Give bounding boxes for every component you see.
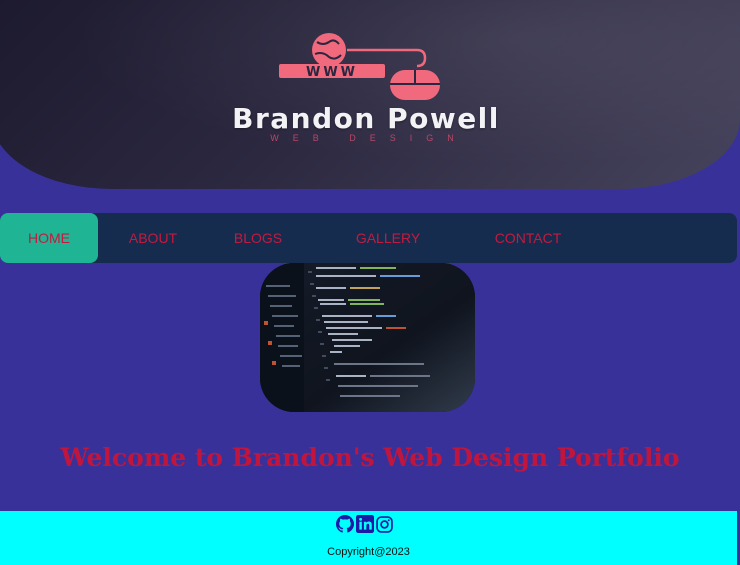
brand-name: Brandon Powell bbox=[232, 102, 500, 135]
hero-code-image bbox=[260, 263, 475, 412]
page: WWW Brandon Powell WEB DESIGN HOME ABOUT… bbox=[0, 0, 740, 565]
github-icon bbox=[336, 515, 354, 533]
logo-text: WWW bbox=[306, 65, 358, 80]
github-link[interactable] bbox=[336, 515, 354, 533]
copyright-text: Copyright@2023 bbox=[327, 546, 410, 558]
nav-item-home[interactable]: HOME bbox=[0, 213, 98, 263]
globe-mouse-logo-icon: WWW bbox=[279, 33, 440, 100]
linkedin-link[interactable] bbox=[356, 515, 374, 533]
welcome-heading: Welcome to Brandon's Web Design Portfoli… bbox=[60, 443, 680, 472]
social-links bbox=[336, 514, 393, 534]
instagram-icon bbox=[376, 515, 393, 533]
nav-item-about[interactable]: ABOUT bbox=[118, 213, 188, 263]
main-nav: HOME ABOUT BLOGS GALLERY CONTACT bbox=[0, 213, 737, 263]
linkedin-icon bbox=[356, 515, 374, 533]
instagram-link[interactable] bbox=[376, 515, 393, 533]
nav-item-contact[interactable]: CONTACT bbox=[482, 213, 574, 263]
brand-tagline: WEB DESIGN bbox=[270, 133, 468, 143]
header-banner: WWW Brandon Powell WEB DESIGN bbox=[0, 0, 740, 189]
nav-item-blogs[interactable]: BLOGS bbox=[222, 213, 294, 263]
nav-item-gallery[interactable]: GALLERY bbox=[343, 213, 433, 263]
footer: Copyright@2023 bbox=[0, 511, 737, 565]
